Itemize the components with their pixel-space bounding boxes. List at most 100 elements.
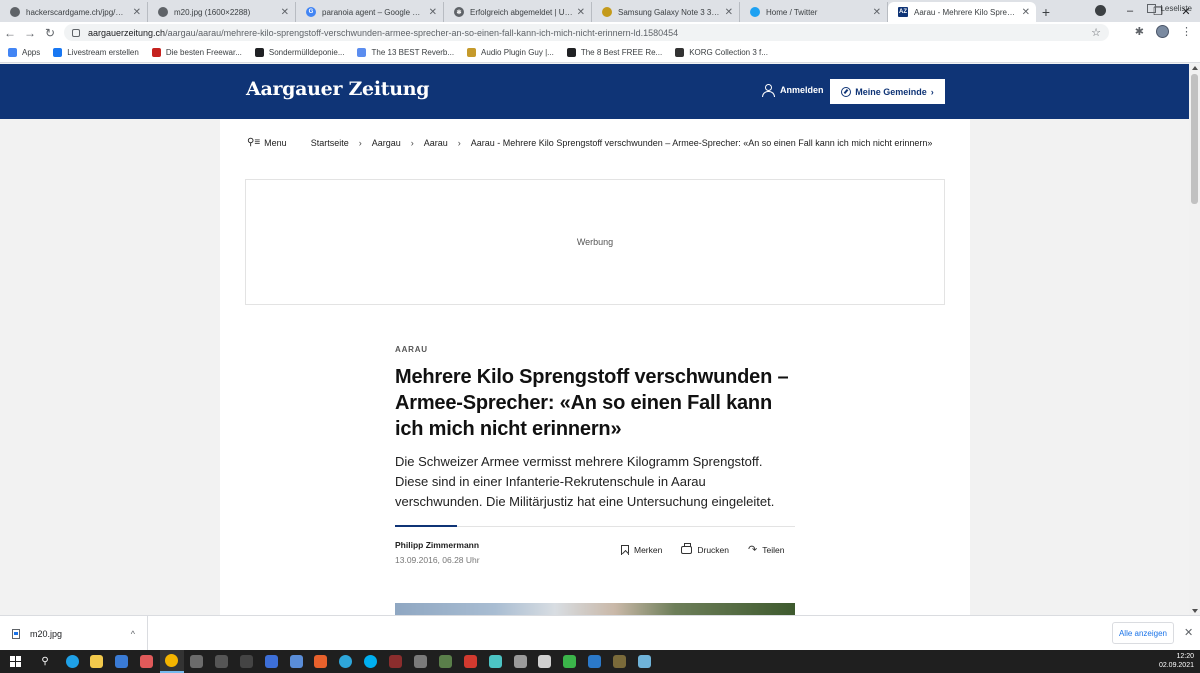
browser-tab[interactable]: Gparanoia agent – Google Suche ✕ [296,2,444,22]
login-link[interactable]: Anmelden [762,84,824,97]
taskbar-app-x-green-icon[interactable] [433,650,457,673]
taskbar-chrome-icon[interactable] [159,650,184,673]
close-download-bar-icon[interactable]: ✕ [1184,626,1193,639]
ad-label: Werbung [576,237,614,247]
close-tab-icon[interactable]: ✕ [429,7,437,18]
start-button[interactable] [0,650,30,673]
taskbar-store-icon[interactable] [110,650,134,673]
bookmark-item[interactable]: Apps [8,48,40,57]
site-logo[interactable]: Aargauer Zeitung [246,78,430,100]
scroll-down-icon[interactable] [1192,609,1198,613]
bookmarks-bar: Apps Livestream erstellen Die besten Freew… [0,43,1200,63]
tab-title: hackerscardgame.ch/jpg/EN/#a [26,7,129,17]
scroll-up-icon[interactable] [1192,66,1198,70]
taskbar-app-files-icon[interactable] [284,650,308,673]
bookmark-item[interactable]: Livestream erstellen [53,48,139,57]
taskbar-app-bug-icon[interactable] [184,650,208,673]
bookmark-label: Merken [634,544,663,555]
breadcrumb-item-startseite[interactable]: Startseite [311,138,349,148]
globe-favicon-icon [10,7,20,17]
forward-icon[interactable]: → [20,26,40,40]
bookmark-button[interactable]: Merken [621,543,662,556]
bookmark-item[interactable]: Die besten Freewar... [151,48,242,57]
taskbar-app-frame-icon[interactable] [583,650,607,673]
article-headline: Mehrere Kilo Sprengstoff verschwunden – … [395,366,789,440]
chevron-up-icon[interactable]: ^ [131,629,135,639]
close-tab-icon[interactable]: ✕ [577,7,585,18]
taskbar-app-red-grid-icon[interactable] [384,650,408,673]
address-bar[interactable]: aargauerzeitung.ch/aargau/aarau/mehrere-… [64,24,1109,41]
article-author[interactable]: Philipp Zimmermann [395,540,479,550]
close-tab-icon[interactable]: ✕ [1022,7,1030,18]
taskbar-app-dark-icon[interactable] [209,650,233,673]
browser-tab[interactable]: AZ Aarau - Mehrere Kilo Sprengsto ✕ [888,2,1036,22]
facebook-icon [53,48,63,57]
taskbar-skype-icon[interactable] [359,650,383,673]
new-tab-button[interactable]: + [1036,2,1056,22]
download-item[interactable]: m20.jpg ^ [0,616,148,651]
close-tab-icon[interactable]: ✕ [281,7,289,18]
reading-list[interactable]: Leseliste [1147,4,1192,13]
search-icon[interactable]: ⚲ [30,656,60,667]
url-path: /aargau/aarau/mehrere-kilo-sprengstoff-v… [165,27,679,38]
taskbar-app-gray-icon[interactable] [408,650,432,673]
menu-button[interactable]: Menu [264,138,287,148]
tab-search-icon[interactable] [1095,5,1106,16]
more-menu-icon[interactable]: ⋮ [1181,25,1192,38]
content-column: ⚲≡ Menu Startseite › Aargau › Aarau › Aa… [220,119,970,615]
taskbar-app-blue-icon[interactable] [259,650,283,673]
taskbar-wechat-icon[interactable] [558,650,582,673]
breadcrumb-item-aarau[interactable]: Aarau [424,138,448,148]
taskbar-app-red-icon[interactable] [458,650,482,673]
tab-title: Erfolgreich abgemeldet | UBS [470,7,573,17]
extensions-icon[interactable]: ✱ [1135,25,1144,38]
bookmark-star-icon[interactable]: ☆ [1091,26,1101,39]
lock-icon[interactable] [72,28,80,37]
taskbar-file-explorer-icon[interactable] [85,650,109,673]
browser-tab[interactable]: Home / Twitter ✕ [740,2,888,22]
close-tab-icon[interactable]: ✕ [133,7,141,18]
my-community-button[interactable]: Meine Gemeinde › [830,79,945,104]
article-kicker[interactable]: AARAU [395,345,795,354]
share-button[interactable]: ↷ Teilen [748,543,784,556]
breadcrumb-item-aargau[interactable]: Aargau [372,138,401,148]
show-all-downloads-button[interactable]: Alle anzeigen [1112,622,1174,644]
page-viewport: Aargauer Zeitung Anmelden Meine Gemeinde… [0,64,1189,615]
az-favicon-icon: AZ [898,7,908,17]
browser-tab[interactable]: m20.jpg (1600×2288) ✕ [148,2,296,22]
article-hero-image[interactable] [395,603,795,615]
taskbar-edge-icon[interactable] [60,650,84,673]
taskbar-app-orange-icon[interactable] [309,650,333,673]
close-tab-icon[interactable]: ✕ [873,7,881,18]
bookmark-item[interactable]: The 13 BEST Reverb... [357,48,454,57]
reload-icon[interactable]: ↻ [40,26,60,40]
print-button[interactable]: Drucken [681,542,729,556]
profile-avatar[interactable] [1156,25,1169,38]
taskbar-app-cyan-icon[interactable] [483,650,507,673]
taskbar-app-cube-icon[interactable] [533,650,557,673]
breadcrumb: ⚲≡ Menu Startseite › Aargau › Aarau › Aa… [247,137,932,148]
bookmark-item[interactable]: Sondermülldeponie... [254,48,344,57]
google-favicon-icon: G [306,7,316,17]
browser-tab[interactable]: hackerscardgame.ch/jpg/EN/#a ✕ [0,2,148,22]
bookmark-item[interactable]: The 8 Best FREE Re... [566,48,662,57]
page-scrollbar[interactable] [1189,64,1200,615]
minimize-icon[interactable]: – [1116,5,1144,17]
bookmark-item[interactable]: Audio Plugin Guy |... [467,48,554,57]
taskbar-mail-icon[interactable] [135,650,159,673]
taskbar-app-pen-icon[interactable] [632,650,656,673]
bookmark-item[interactable]: KORG Collection 3 f... [675,48,768,57]
back-icon[interactable]: ← [0,26,20,40]
search-menu-icon[interactable]: ⚲≡ [247,137,260,148]
taskbar-app-x-olive-icon[interactable] [608,650,632,673]
browser-tab[interactable]: Samsung Galaxy Note 3 32gb e ✕ [592,2,740,22]
taskbar-telegram-icon[interactable] [334,650,358,673]
taskbar-app-doc-icon[interactable] [508,650,532,673]
system-clock[interactable]: 12:20 02.09.2021 [1159,652,1194,670]
scrollbar-thumb[interactable] [1191,74,1198,204]
browser-tab[interactable]: ✻ Erfolgreich abgemeldet | UBS ✕ [444,2,592,22]
breadcrumb-separator-icon: › [358,137,362,148]
taskbar-live-icon[interactable] [234,650,258,673]
close-tab-icon[interactable]: ✕ [725,7,733,18]
login-label: Anmelden [780,85,824,95]
